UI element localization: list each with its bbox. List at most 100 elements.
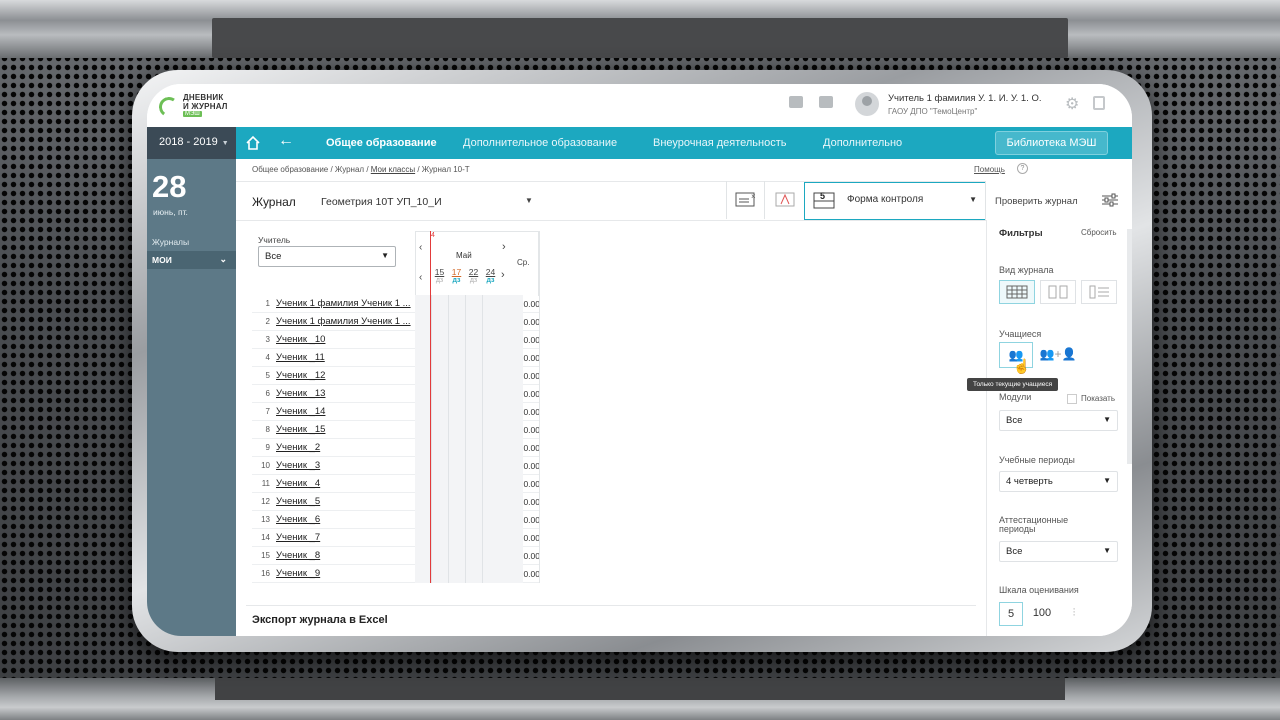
current-day: 28 [152, 169, 187, 204]
chevron-down-icon: ▼ [1103, 546, 1111, 555]
edit-marks-button[interactable] [764, 181, 804, 219]
view-list-button[interactable] [1081, 280, 1117, 304]
top-nav: 2018 - 2019 ▼ ← Общее образование Дополни… [147, 127, 1132, 162]
check-journal-button[interactable]: Проверить журнал [985, 181, 1132, 220]
teacher-select[interactable]: Все ▼ [258, 246, 396, 267]
students-label: Учащиеся [999, 329, 1042, 339]
student-name-link[interactable]: Ученик _4 [276, 478, 320, 489]
student-name-link[interactable]: Ученик _13 [276, 388, 325, 399]
date-column[interactable]: 17 дз [448, 267, 465, 284]
students-table: 1 Ученик 1 фамилия Ученик 1 ... 0.00 2 Учени… [252, 295, 540, 583]
prev-month-arrow[interactable]: ‹ [419, 242, 422, 253]
table-row: 5 Ученик _12 0.00 [252, 367, 540, 385]
student-name-link[interactable]: Ученик _11 [276, 352, 325, 363]
journals-label[interactable]: Журналы [152, 237, 189, 247]
next-month-arrow[interactable]: › [502, 241, 506, 253]
student-name-link[interactable]: Ученик _10 [276, 334, 325, 345]
average-value: 0.00 [523, 425, 540, 435]
show-checkbox[interactable] [1067, 394, 1077, 404]
modules-select[interactable]: Все ▼ [999, 410, 1118, 431]
today-marker-label: 4 [431, 232, 435, 239]
gear-icon[interactable]: ⚙ [1065, 94, 1079, 114]
average-value: 0.00 [523, 479, 540, 489]
breadcrumb-link-my-classes[interactable]: Мои классы [371, 165, 415, 174]
export-excel-heading[interactable]: Экспорт журнала в Excel [252, 614, 388, 626]
average-value: 0.00 [523, 533, 540, 543]
student-name-link[interactable]: Ученик _8 [276, 550, 320, 561]
scale-label: Шкала оценивания [999, 585, 1079, 595]
exit-icon[interactable] [1093, 96, 1105, 110]
library-button[interactable]: Библиотека МЭШ [995, 131, 1108, 155]
mail-icon[interactable] [819, 96, 833, 108]
date-column[interactable]: 22 дз [465, 267, 482, 284]
average-value: 0.00 [523, 443, 540, 453]
average-header: Ср. [517, 258, 530, 267]
chevron-down-icon: ⌄ [219, 254, 227, 264]
student-name-link[interactable]: Ученик _14 [276, 406, 325, 417]
student-name-link[interactable]: Ученик _7 [276, 532, 320, 543]
next-dates-arrow[interactable]: › [501, 269, 505, 281]
student-name-link[interactable]: Ученик _6 [276, 514, 320, 525]
row-number: 1 [265, 299, 270, 308]
date-number: 24 [485, 267, 496, 277]
tab-additional-education[interactable]: Дополнительное образование [463, 137, 617, 149]
prev-dates-arrow[interactable]: ‹ [419, 272, 422, 283]
modules-label: Модули [999, 392, 1032, 402]
tab-additional[interactable]: Дополнительно [823, 137, 902, 149]
logo[interactable]: ДНЕВНИК И ЖУРНАЛ МЭШ [155, 91, 245, 123]
my-journals-select[interactable]: МОИ ⌄ [147, 251, 236, 269]
view-grid-button[interactable] [999, 280, 1035, 304]
form-control-select[interactable]: 5 Форма контроля ▼ [804, 182, 986, 220]
month-label: Май [456, 251, 472, 260]
chevron-down-icon[interactable]: ▼ [525, 196, 533, 205]
periods-select[interactable]: 4 четверть ▼ [999, 471, 1118, 492]
reset-filters-link[interactable]: Сбросить [1081, 228, 1117, 237]
student-name-link[interactable]: Ученик _9 [276, 568, 320, 579]
question-icon[interactable]: ? [1017, 163, 1028, 174]
scrollbar[interactable] [1127, 229, 1132, 464]
back-arrow-icon[interactable]: ← [278, 132, 294, 150]
table-row: 11 Ученик _4 0.00 [252, 475, 540, 493]
avatar[interactable] [855, 92, 879, 116]
student-name-link[interactable]: Ученик _15 [276, 424, 325, 435]
left-sidebar: 28 июнь, пт. Журналы МОИ ⌄ [147, 159, 236, 636]
row-number: 5 [265, 371, 270, 380]
filter-settings-icon[interactable] [1101, 193, 1119, 207]
chart-icon[interactable]: ⫶ [1063, 602, 1085, 626]
student-name-link[interactable]: Ученик _2 [276, 442, 320, 453]
teacher-value: Все [265, 251, 282, 262]
view-split-button[interactable] [1040, 280, 1076, 304]
student-name-link[interactable]: Ученик 1 фамилия Ученик 1 ... [276, 316, 411, 327]
student-name-link[interactable]: Ученик _12 [276, 370, 325, 381]
user-name[interactable]: Учитель 1 фамилия У. 1. И. У. 1. О. [888, 93, 1042, 104]
date-column[interactable]: 15 дз [431, 267, 448, 284]
scale-5-button[interactable]: 5 [999, 602, 1023, 626]
export-grid-button[interactable]: × [726, 181, 764, 219]
form-control-label: Форма контроля [847, 194, 924, 205]
tab-extracurricular[interactable]: Внеурочная деятельность [653, 137, 786, 149]
home-icon[interactable] [245, 135, 261, 151]
chevron-down-icon: ▼ [221, 140, 229, 147]
average-value: 0.00 [523, 335, 540, 345]
split-grid-icon [1048, 285, 1068, 299]
notification-icon[interactable] [789, 96, 803, 108]
student-name-link[interactable]: Ученик _3 [276, 460, 320, 471]
attestation-select[interactable]: Все ▼ [999, 541, 1118, 562]
scale-100-button[interactable]: 100 [1027, 602, 1057, 626]
student-name-link[interactable]: Ученик _5 [276, 496, 320, 507]
tab-general-education[interactable]: Общее образование [326, 137, 437, 162]
year-label: 2018 - 2019 [159, 136, 218, 148]
list-icon [1089, 285, 1109, 299]
date-column[interactable]: 24 дз [482, 267, 499, 284]
modules-value: Все [1006, 415, 1023, 426]
background-top-strip [0, 0, 1280, 58]
logo-wifi-icon [157, 95, 181, 119]
all-students-button[interactable]: 👥+👤 [1035, 342, 1081, 368]
year-select[interactable]: 2018 - 2019 ▼ [147, 127, 236, 159]
student-name-link[interactable]: Ученик 1 фамилия Ученик 1 ... [276, 298, 411, 309]
logo-line-1: ДНЕВНИК [183, 93, 224, 102]
marks-icon [775, 192, 795, 207]
current-date-sub: июнь, пт. [153, 207, 188, 217]
subject-select[interactable]: Геометрия 10Т УП_10_И [321, 196, 442, 208]
help-link[interactable]: Помощь [974, 165, 1005, 174]
